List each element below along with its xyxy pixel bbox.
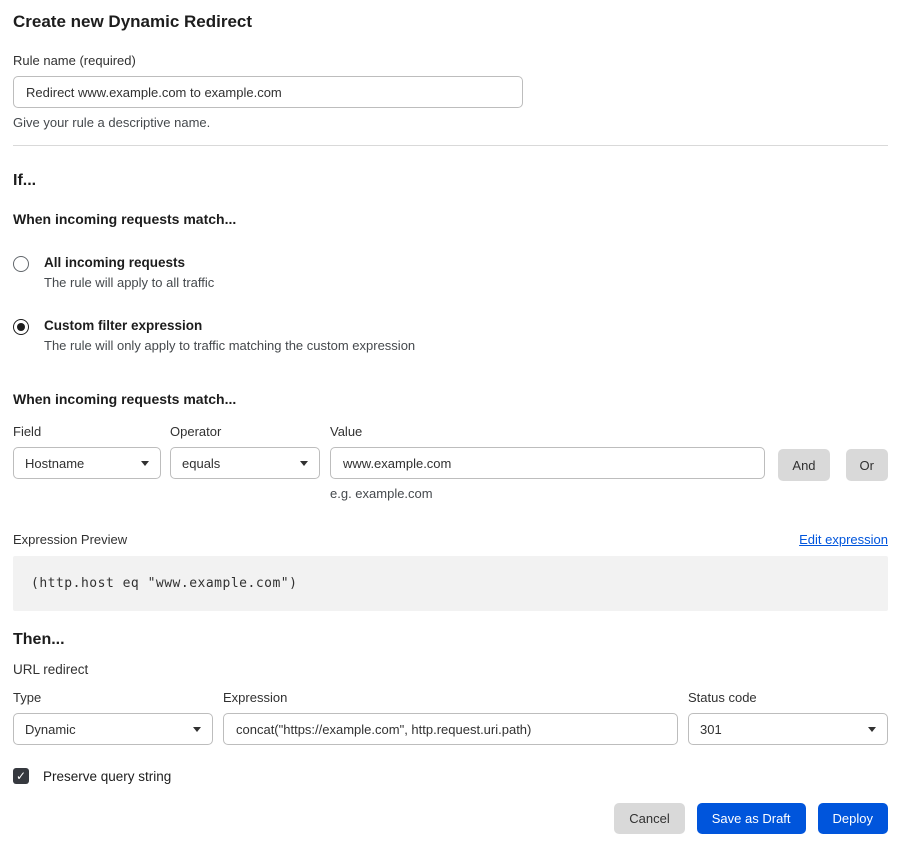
type-select-value: Dynamic [25,722,76,737]
edit-expression-link[interactable]: Edit expression [799,532,888,547]
create-dynamic-redirect-page: Create new Dynamic Redirect Rule name (r… [0,0,907,834]
chevron-down-icon [300,461,308,466]
preserve-query-string-option[interactable]: ✓ Preserve query string [13,768,888,784]
type-column: Type Dynamic [13,690,213,745]
value-column: Value e.g. example.com [330,424,765,501]
expression-column: Expression [223,690,678,745]
operator-select[interactable]: equals [170,447,320,479]
and-button[interactable]: And [778,449,829,481]
radio-option-text: All incoming requests The rule will appl… [44,255,214,290]
radio-option-custom-filter-expression[interactable]: Custom filter expression The rule will o… [13,318,888,353]
radio-label-custom-filter: Custom filter expression [44,318,415,333]
section-divider [13,145,888,146]
type-select[interactable]: Dynamic [13,713,213,745]
field-select-value: Hostname [25,456,84,471]
status-code-label: Status code [688,690,888,705]
radio-label-all-incoming: All incoming requests [44,255,214,270]
checkbox-checked-icon[interactable]: ✓ [13,768,29,784]
expression-preview-code-block: (http.host eq "www.example.com") [13,556,888,611]
rule-name-section: Rule name (required) Give your rule a de… [13,53,888,130]
filter-builder-row: Field Hostname Operator equals Value e.g… [13,424,888,501]
value-label: Value [330,424,765,439]
expression-label: Expression [223,690,678,705]
save-as-draft-button[interactable]: Save as Draft [697,803,806,834]
expression-preview-label: Expression Preview [13,532,127,547]
status-code-select-value: 301 [700,722,722,737]
radio-unchecked-icon[interactable] [13,256,29,272]
field-column: Field Hostname [13,424,161,479]
chevron-down-icon [868,727,876,732]
status-code-select[interactable]: 301 [688,713,888,745]
radio-option-text: Custom filter expression The rule will o… [44,318,415,353]
radio-desc-all-incoming: The rule will apply to all traffic [44,275,214,290]
incoming-match-heading: When incoming requests match... [13,211,888,227]
cancel-button[interactable]: Cancel [614,803,684,834]
radio-checked-icon[interactable] [13,319,29,335]
form-actions: Cancel Save as Draft Deploy [13,803,888,834]
rule-name-input[interactable] [13,76,523,108]
rule-name-help: Give your rule a descriptive name. [13,115,888,130]
deploy-button[interactable]: Deploy [818,803,888,834]
operator-select-value: equals [182,456,220,471]
field-select[interactable]: Hostname [13,447,161,479]
rule-name-label: Rule name (required) [13,53,888,68]
operator-label: Operator [170,424,320,439]
preserve-query-string-label: Preserve query string [43,769,171,784]
chevron-down-icon [141,461,149,466]
then-heading: Then... [13,631,888,649]
status-code-column: Status code 301 [688,690,888,745]
radio-desc-custom-filter: The rule will only apply to traffic matc… [44,338,415,353]
page-title: Create new Dynamic Redirect [13,12,888,32]
if-heading: If... [13,172,888,190]
or-button[interactable]: Or [846,449,888,481]
redirect-expression-input[interactable] [223,713,678,745]
field-label: Field [13,424,161,439]
operator-column: Operator equals [170,424,320,479]
expression-preview-code: (http.host eq "www.example.com") [31,576,297,591]
expression-preview-header: Expression Preview Edit expression [13,532,888,547]
radio-option-all-incoming-requests[interactable]: All incoming requests The rule will appl… [13,255,888,290]
redirect-config-row: Type Dynamic Expression Status code 301 [13,690,888,745]
value-input[interactable] [330,447,765,479]
url-redirect-label: URL redirect [13,662,888,677]
filter-builder-heading: When incoming requests match... [13,391,888,407]
type-label: Type [13,690,213,705]
value-help: e.g. example.com [330,486,765,501]
chevron-down-icon [193,727,201,732]
